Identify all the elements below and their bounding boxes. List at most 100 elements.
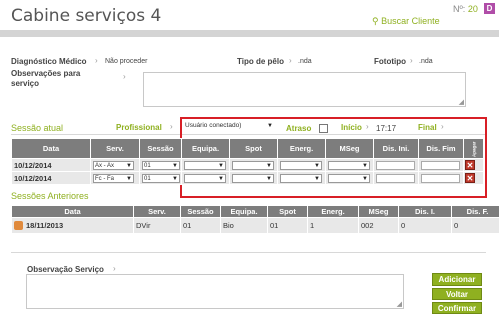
row-dis-i: 0: [398, 217, 452, 234]
confirm-button[interactable]: Confirmar: [432, 302, 482, 314]
column-header-dis-ini: Dis. Ini.: [373, 138, 419, 159]
column-header-equipment: Equipa.: [220, 205, 268, 218]
user-icon: [14, 221, 23, 231]
column-header-date: Data: [11, 205, 134, 218]
table-row[interactable]: 18/11/2013 DVir 01 Bio 01 1 002 0 0: [11, 217, 499, 234]
session-select-value: 01: [144, 162, 151, 169]
session-select[interactable]: 01 ▼: [142, 173, 180, 183]
resize-handle-icon[interactable]: ◢: [397, 300, 402, 308]
chevron-down-icon: ▼: [126, 175, 132, 182]
chevron-right-icon: ›: [366, 122, 369, 131]
delete-icon[interactable]: ✕: [465, 160, 475, 170]
chevron-down-icon: ▼: [172, 175, 178, 182]
delay-checkbox[interactable]: [319, 124, 328, 133]
column-header-spot: Spot: [229, 138, 278, 159]
chevron-down-icon: ▼: [362, 175, 368, 182]
chevron-right-icon: ›: [113, 264, 116, 273]
dis-fim-input[interactable]: [421, 160, 460, 170]
chevron-down-icon: ▼: [314, 175, 320, 182]
resize-handle-icon[interactable]: ◢: [459, 98, 464, 106]
delete-icon[interactable]: ✕: [465, 173, 475, 183]
service-select[interactable]: Ax - Ax ▼: [93, 160, 134, 170]
column-header-dis-i: Dis. I.: [398, 205, 452, 218]
hair-type-value: .nda: [298, 58, 312, 65]
column-header-equipment: Equipa.: [181, 138, 230, 159]
mseg-select[interactable]: ▼: [328, 160, 370, 170]
chevron-right-icon: ›: [441, 122, 444, 131]
search-client-link[interactable]: ⚲ Buscar Cliente: [372, 16, 440, 27]
dis-fim-input[interactable]: [421, 173, 460, 183]
back-button[interactable]: Voltar: [432, 288, 482, 300]
diagnosis-label: Diagnóstico Médico: [11, 57, 87, 66]
column-header-session: Sessão: [139, 138, 182, 159]
row-equipment: Bio: [220, 217, 268, 234]
chevron-down-icon: ▼: [266, 175, 272, 182]
page-title: Cabine serviços 4: [11, 6, 162, 26]
mseg-select[interactable]: ▼: [328, 173, 370, 183]
observations-label-line1: Observações para: [11, 69, 81, 78]
equipment-select[interactable]: ▼: [184, 173, 226, 183]
add-button[interactable]: Adicionar: [432, 273, 482, 286]
start-label: Início: [341, 123, 362, 132]
energy-select[interactable]: ▼: [280, 160, 322, 170]
previous-sessions-table: Data Serv. Sessão Equipa. Spot Energ. MS…: [11, 205, 499, 234]
service-select-value: Fc - Fa: [95, 175, 114, 182]
search-client-label: Buscar Cliente: [381, 16, 440, 26]
row-energy: 1: [307, 217, 359, 234]
column-header-delete: Apagar: [463, 138, 484, 159]
chevron-down-icon: ▼: [126, 162, 132, 169]
row-spot: 01: [267, 217, 308, 234]
chevron-down-icon: ▼: [218, 162, 224, 169]
hair-type-label: Tipo de pêlo: [237, 57, 284, 66]
row-session: 01: [180, 217, 221, 234]
observations-label-line2: serviço: [11, 79, 40, 88]
observations-textarea[interactable]: ◢: [143, 72, 466, 107]
column-header-mseg: MSeg: [358, 205, 399, 218]
chevron-right-icon: ›: [95, 56, 98, 65]
chevron-down-icon: ▼: [362, 162, 368, 169]
row-service: DVir: [133, 217, 181, 234]
chevron-down-icon: ▼: [314, 162, 320, 169]
search-icon: ⚲: [372, 16, 379, 26]
record-number-label: Nº:: [453, 4, 466, 14]
dis-ini-input[interactable]: [376, 160, 415, 170]
chevron-down-icon: ▼: [266, 162, 272, 169]
previous-sessions-title: Sessões Anteriores: [11, 191, 89, 201]
chevron-down-icon: ▼: [218, 175, 224, 182]
row-dis-f: 0: [451, 217, 499, 234]
column-header-dis-fim: Dis. Fim: [418, 138, 464, 159]
spot-select[interactable]: ▼: [232, 160, 274, 170]
row-date: 10/12/2014: [11, 171, 91, 185]
user-select-value: Usuário conectado): [185, 122, 242, 129]
row-date: 18/11/2013: [26, 220, 64, 230]
service-select[interactable]: Fc - Fa ▼: [93, 173, 134, 183]
professional-label: Profissional: [116, 123, 162, 132]
section-divider: [11, 252, 486, 253]
session-select[interactable]: 01 ▼: [142, 160, 180, 170]
equipment-select[interactable]: ▼: [184, 160, 226, 170]
current-session-table: Data Serv. Sessão Equipa. Spot Energ. MS…: [11, 138, 484, 185]
row-date: 10/12/2014: [11, 158, 91, 172]
session-select-value: 01: [144, 175, 151, 182]
final-button[interactable]: Final: [418, 123, 437, 132]
energy-select[interactable]: ▼: [280, 173, 322, 183]
spot-select[interactable]: ▼: [232, 173, 274, 183]
column-header-energy: Energ.: [277, 138, 326, 159]
delay-label: Atraso: [286, 124, 312, 133]
column-header-dis-f: Dis. F.: [451, 205, 499, 218]
start-time: 17:17: [376, 124, 397, 133]
table-row: 10/12/2014 Ax - Ax ▼ 01 ▼ ▼ ▼ ▼ ▼ ✕: [11, 158, 484, 172]
column-header-mseg: MSeg: [325, 138, 374, 159]
service-select-value: Ax - Ax: [95, 162, 115, 169]
column-header-energy: Energ.: [307, 205, 359, 218]
status-badge: D: [484, 3, 495, 14]
column-header-date: Data: [11, 138, 91, 159]
phototype-value: .nda: [419, 58, 433, 65]
service-observation-textarea[interactable]: ◢: [26, 274, 404, 309]
header-divider: [0, 30, 499, 37]
dis-ini-input[interactable]: [376, 173, 415, 183]
service-observation-label: Observação Serviço: [27, 265, 104, 274]
column-header-session: Sessão: [180, 205, 221, 218]
chevron-right-icon: ›: [289, 56, 292, 65]
user-select[interactable]: Usuário conectado) ▼: [184, 122, 274, 132]
